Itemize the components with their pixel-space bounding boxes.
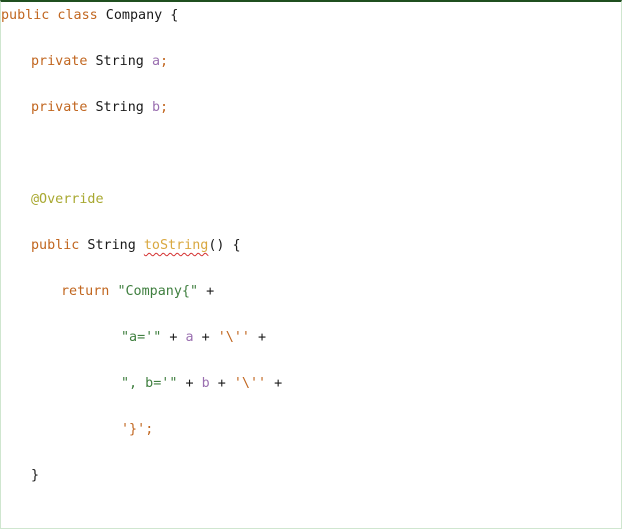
method-params-brace: () { xyxy=(208,238,241,253)
code-line-concat-b: ", b='" + b + '\'' + xyxy=(121,374,282,394)
char-quote: '\'' xyxy=(233,376,267,391)
code-line-method-close: } xyxy=(31,466,39,486)
plus-operator: + xyxy=(177,376,202,391)
field-a: a xyxy=(151,54,160,69)
plus-operator: + xyxy=(198,284,215,299)
string-a-prefix: "a='" xyxy=(121,330,162,345)
keyword-return: return xyxy=(61,284,110,299)
code-line-field-b: private String b; xyxy=(31,98,168,118)
keyword-public-class: public class xyxy=(1,8,98,23)
field-b: b xyxy=(151,100,160,115)
class-name: Company { xyxy=(97,8,179,23)
plus-operator: + xyxy=(193,330,218,345)
type-string: String xyxy=(79,238,144,253)
semicolon: ; xyxy=(145,422,154,437)
keyword-private: private xyxy=(31,100,88,115)
code-line-closing-brace-char: '}'; xyxy=(121,420,153,440)
code-line-field-a: private String a; xyxy=(31,52,168,72)
string-company: "Company{" xyxy=(117,284,199,299)
method-name-tostring: toString xyxy=(143,238,209,253)
code-line-class-declaration: public class Company { xyxy=(1,6,178,26)
code-line-concat-a: "a='" + a + '\'' + xyxy=(121,328,266,348)
type-string: String xyxy=(87,54,152,69)
code-editor[interactable]: public class Company { private String a;… xyxy=(0,0,622,529)
code-line-method-declaration: public String toString() { xyxy=(31,236,241,256)
annotation-override: @Override xyxy=(31,192,104,207)
char-closing-brace: '}' xyxy=(121,422,146,437)
closing-brace: } xyxy=(31,468,40,483)
plus-operator: + xyxy=(209,376,234,391)
field-a: a xyxy=(185,330,194,345)
keyword-private: private xyxy=(31,54,88,69)
code-line-annotation: @Override xyxy=(31,190,104,210)
code-line-return: return "Company{" + xyxy=(61,282,214,302)
semicolon: ; xyxy=(160,100,169,115)
keyword-public: public xyxy=(31,238,80,253)
field-b: b xyxy=(201,376,210,391)
type-string: String xyxy=(87,100,152,115)
plus-operator: + xyxy=(266,376,283,391)
plus-operator: + xyxy=(161,330,186,345)
string-b-prefix: ", b='" xyxy=(121,376,178,391)
plus-operator: + xyxy=(250,330,267,345)
semicolon: ; xyxy=(160,54,169,69)
char-quote: '\'' xyxy=(217,330,250,345)
